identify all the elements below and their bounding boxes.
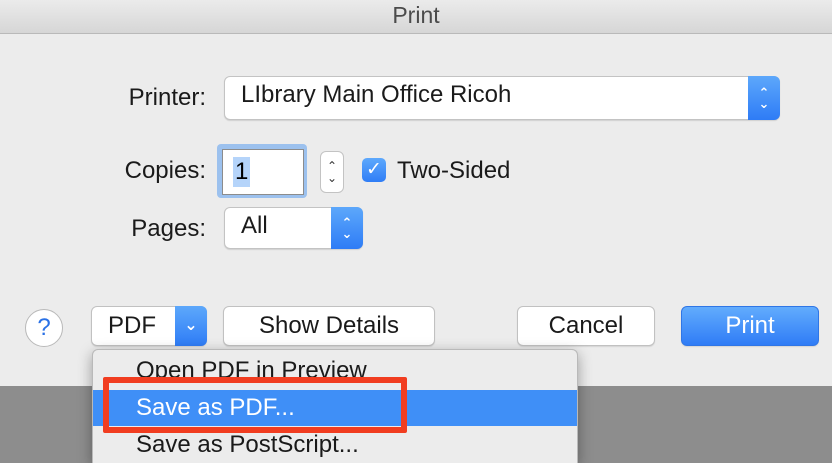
window-title: Print bbox=[392, 2, 440, 28]
copies-input-box[interactable]: 1 bbox=[222, 149, 304, 195]
pdf-label: PDF bbox=[108, 312, 156, 339]
printer-label: Printer: bbox=[128, 84, 206, 111]
menu-item-label: Save as PostScript... bbox=[136, 431, 359, 458]
pages-label: Pages: bbox=[131, 215, 206, 242]
chevron-updown-icon: ⌃ ⌄ bbox=[331, 207, 363, 249]
two-sided-checkbox[interactable]: ✓ bbox=[362, 158, 386, 182]
printer-select[interactable]: LIbrary Main Office Ricoh ⌃ ⌄ bbox=[224, 76, 780, 120]
two-sided-label[interactable]: Two-Sided bbox=[397, 157, 510, 185]
print-dialog: Print Printer: LIbrary Main Office Ricoh… bbox=[0, 0, 832, 386]
pdf-menu-button[interactable]: PDF ⌄ bbox=[91, 306, 207, 346]
chevron-updown-icon: ⌃ ⌄ bbox=[748, 76, 780, 120]
title-bar: Print bbox=[0, 0, 832, 34]
copies-field[interactable]: 1 bbox=[217, 144, 307, 198]
show-details-button[interactable]: Show Details bbox=[223, 306, 435, 346]
copies-stepper[interactable]: ⌃ ⌄ bbox=[320, 151, 344, 193]
pages-select[interactable]: All ⌃ ⌄ bbox=[224, 207, 363, 249]
copies-value: 1 bbox=[233, 157, 251, 187]
chevron-down-icon[interactable]: ⌄ bbox=[175, 306, 207, 346]
highlight-annotation bbox=[103, 377, 407, 433]
chevron-down-icon[interactable]: ⌄ bbox=[327, 172, 337, 184]
pages-value: All bbox=[241, 212, 268, 239]
print-button[interactable]: Print bbox=[681, 306, 819, 346]
help-button[interactable]: ? bbox=[25, 309, 63, 347]
cancel-button[interactable]: Cancel bbox=[517, 306, 655, 346]
checkmark-icon: ✓ bbox=[366, 159, 382, 180]
printer-value: LIbrary Main Office Ricoh bbox=[241, 81, 512, 108]
copies-label: Copies: bbox=[124, 157, 206, 184]
